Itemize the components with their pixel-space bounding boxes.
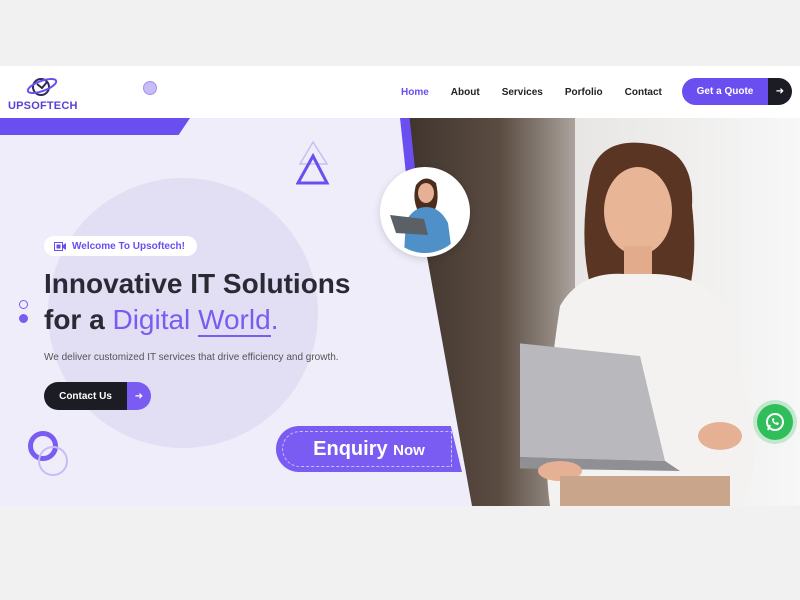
hero-title: Innovative IT Solutions for a Digital Wo… [44,266,350,338]
triangle-decoration-icon [296,140,330,185]
decorative-filled-dot [19,314,28,323]
decorative-ring-dot [19,300,28,309]
welcome-badge: Welcome To Upsoftech! [44,236,197,256]
nav-item-contact[interactable]: Contact [614,87,673,98]
decorative-purple-bar [0,118,190,135]
enquiry-main-text: Enquiry [313,437,388,460]
woman-avatar-image [384,171,466,253]
nav-item-home[interactable]: Home [390,87,440,98]
welcome-badge-text: Welcome To Upsoftech! [72,240,185,252]
contact-us-label: Contact Us [44,382,127,410]
main-nav: Home About Services Porfolio Contact [390,66,673,118]
hero-title-period: . [270,304,279,335]
woman-with-laptop-image [520,142,756,506]
enquiry-now-button[interactable]: Enquiry Now [276,426,462,472]
logo-text: UPSOFTECH [8,100,78,112]
get-a-quote-label: Get a Quote [682,78,768,105]
hero-title-line2-prefix: for a [44,304,105,335]
page-frame: UPSOFTECH Home About Services Porfolio C… [0,66,800,506]
get-a-quote-button[interactable]: Get a Quote ➜ [682,78,792,105]
nav-item-about[interactable]: About [440,87,491,98]
hero-section: Welcome To Upsoftech! Innovative IT Solu… [0,118,800,506]
avatar-woman-laptop [380,167,470,257]
hero-title-highlight-world: World [198,304,271,337]
hero-subtitle: We deliver customized IT services that d… [44,352,339,363]
enquiry-now-label: Enquiry Now [313,438,425,461]
decorative-dot [143,81,157,95]
decorative-ring-light [38,446,68,476]
arrow-right-icon: ➜ [768,78,792,105]
hero-title-highlight-digital: Digital [112,304,191,335]
contact-us-button[interactable]: Contact Us ➜ [44,382,151,410]
whatsapp-chat-button[interactable] [757,404,793,440]
globe-logo-icon [26,78,58,96]
nav-item-services[interactable]: Services [491,87,554,98]
whatsapp-icon [766,413,784,431]
video-camera-icon [54,241,66,251]
nav-item-portfolio[interactable]: Porfolio [554,87,614,98]
hero-title-line1: Innovative IT Solutions [44,268,351,299]
logo[interactable]: UPSOFTECH [6,72,86,112]
site-header: UPSOFTECH Home About Services Porfolio C… [0,66,800,118]
enquiry-small-text: Now [393,441,425,459]
